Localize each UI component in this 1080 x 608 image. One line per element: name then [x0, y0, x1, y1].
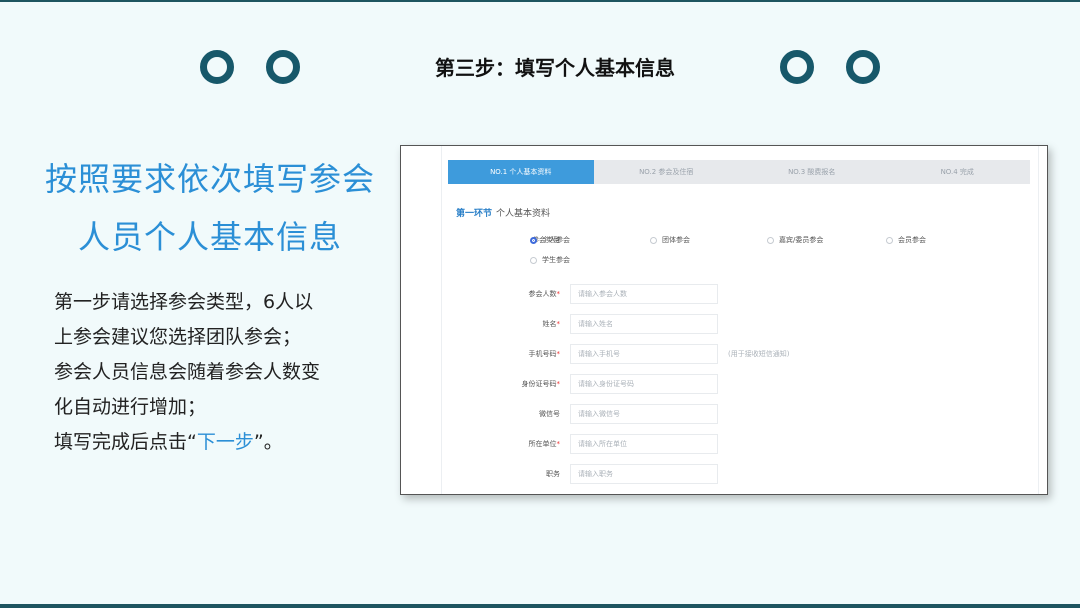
- radio-unchecked-icon: [886, 236, 893, 244]
- radio-label: 会员参会: [898, 236, 926, 244]
- radio-student[interactable]: 学生参会: [530, 254, 570, 266]
- description-text-fragment: 填写完成后点击“: [54, 431, 197, 453]
- required-mark: *: [556, 350, 561, 358]
- form-row-position: 职务 请输入职务: [442, 464, 1038, 484]
- field-label: 所在单位*: [442, 434, 561, 454]
- radio-member[interactable]: 会员参会: [886, 234, 926, 246]
- wechat-input[interactable]: 请输入微信号: [570, 404, 718, 424]
- ring-decoration-icon: [200, 50, 234, 84]
- description-line: 填写完成后点击“下一步”。: [54, 425, 364, 460]
- description-line: 第一步请选择参会类型，6人以: [54, 291, 314, 313]
- form-row-organization: 所在单位* 请输入所在单位: [442, 434, 1038, 454]
- section-header: 第一环节 个人基本资料: [456, 206, 550, 219]
- radio-label: 个人参会: [542, 236, 570, 244]
- bottom-border-line: [0, 604, 1080, 608]
- phone-input[interactable]: 请输入手机号: [570, 344, 718, 364]
- radio-guest[interactable]: 嘉宾/委员参会: [767, 234, 823, 246]
- organization-input[interactable]: 请输入所在单位: [570, 434, 718, 454]
- radio-unchecked-icon: [530, 256, 537, 264]
- attendance-type-row: 参会类型 个人参会 团体参会 嘉宾/委员参会 会员参会 学生参会: [442, 234, 1038, 264]
- field-label: 姓名*: [442, 314, 561, 334]
- field-label: 职务: [442, 464, 560, 484]
- radio-unchecked-icon: [650, 236, 657, 244]
- ring-decoration-icon: [846, 50, 880, 84]
- section-subtitle: 个人基本资料: [496, 209, 551, 219]
- step-title: 第三步：填写个人基本信息: [435, 56, 675, 80]
- field-label-text: 所在单位: [528, 440, 557, 448]
- step-tabs: NO.1 个人基本资料 NO.2 参会及住宿 NO.3 酸费报名 NO.4 完成: [448, 160, 1030, 184]
- name-input[interactable]: 请输入姓名: [570, 314, 718, 334]
- field-label: 手机号码*: [442, 344, 561, 364]
- field-label-text: 参会人数: [528, 290, 557, 298]
- section-title: 第一环节: [456, 209, 493, 219]
- field-label: 参会人数*: [442, 284, 561, 304]
- tab-fee-registration[interactable]: NO.3 酸费报名: [739, 160, 885, 184]
- ring-decoration-icon: [780, 50, 814, 84]
- field-label: 微信号: [442, 404, 560, 424]
- form-row-phone: 手机号码* 请输入手机号 (用于接收短信通知): [442, 344, 1038, 364]
- description-line: 化自动进行增加；: [54, 396, 207, 418]
- radio-label: 嘉宾/委员参会: [779, 236, 824, 244]
- radio-individual[interactable]: 个人参会: [530, 234, 570, 246]
- required-mark: *: [556, 440, 561, 448]
- tab-complete[interactable]: NO.4 完成: [885, 160, 1031, 184]
- tab-attendance-lodging[interactable]: NO.2 参会及住宿: [594, 160, 740, 184]
- form-row-wechat: 微信号 请输入微信号: [442, 404, 1038, 424]
- form-row-name: 姓名* 请输入姓名: [442, 314, 1038, 334]
- tab-personal-info[interactable]: NO.1 个人基本资料: [448, 160, 594, 184]
- phone-hint: (用于接收短信通知): [728, 350, 790, 358]
- attendee-count-input[interactable]: 请输入参会人数: [570, 284, 718, 304]
- field-label-text: 职务: [546, 470, 560, 478]
- next-step-highlight: 下一步: [196, 431, 254, 453]
- form-panel: NO.1 个人基本资料 NO.2 参会及住宿 NO.3 酸费报名 NO.4 完成…: [441, 146, 1039, 494]
- id-number-input[interactable]: 请输入身份证号码: [570, 374, 718, 394]
- required-mark: *: [556, 290, 561, 298]
- position-input[interactable]: 请输入职务: [570, 464, 718, 484]
- form-screenshot: NO.1 个人基本资料 NO.2 参会及住宿 NO.3 酸费报名 NO.4 完成…: [400, 145, 1048, 495]
- headline-line-1: 按照要求依次填写参会: [44, 160, 375, 198]
- form-row-id-number: 身份证号码* 请输入身份证号码: [442, 374, 1038, 394]
- required-mark: *: [556, 320, 561, 328]
- field-label: 身份证号码*: [442, 374, 561, 394]
- required-mark: *: [556, 380, 561, 388]
- field-label-text: 手机号码: [528, 350, 557, 358]
- description-text-fragment: ”。: [253, 431, 283, 453]
- radio-unchecked-icon: [767, 236, 774, 244]
- radio-label: 学生参会: [542, 256, 570, 264]
- field-label-text: 姓名: [542, 320, 557, 328]
- radio-group[interactable]: 团体参会: [650, 234, 690, 246]
- description-text: 第一步请选择参会类型，6人以 上参会建议您选择团队参会； 参会人员信息会随着参会…: [54, 285, 364, 460]
- radio-checked-icon: [530, 236, 537, 244]
- top-border-line: [0, 0, 1080, 2]
- headline-line-2: 人员个人基本信息: [77, 218, 342, 256]
- field-label-text: 身份证号码: [521, 380, 557, 388]
- ring-decoration-icon: [266, 50, 300, 84]
- radio-label: 团体参会: [662, 236, 690, 244]
- description-line: 参会人员信息会随着参会人数变: [54, 361, 321, 383]
- field-label-text: 微信号: [539, 410, 560, 418]
- description-line: 上参会建议您选择团队参会；: [54, 326, 302, 348]
- form-row-attendee-count: 参会人数* 请输入参会人数: [442, 284, 1038, 304]
